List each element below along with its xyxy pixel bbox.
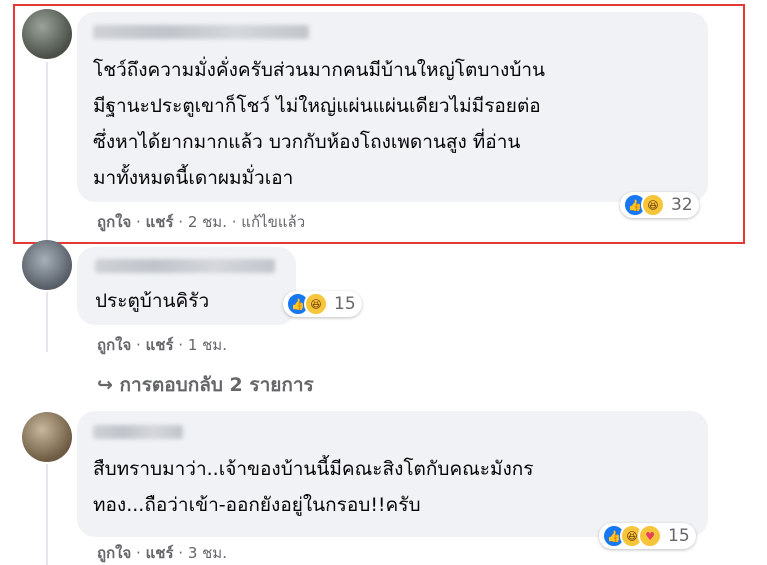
reaction-count: 15 — [668, 526, 690, 546]
comment-bubble: ประตูบ้านคิรัว — [77, 247, 296, 325]
care-face-icon: ♥ — [638, 524, 662, 548]
like-link[interactable]: ถูกใจ — [97, 336, 131, 354]
thread-line — [46, 292, 48, 352]
commenter-name-blurred[interactable] — [93, 425, 183, 439]
share-link[interactable]: แชร์ — [146, 544, 174, 562]
thread-line — [46, 464, 48, 565]
view-replies-link[interactable]: ↪ การตอบกลับ 2 รายการ — [97, 370, 314, 400]
comment-line: ทอง...ถือว่าเข้า-ออกยังอยู่ในกรอบ!!ครับ — [93, 494, 421, 516]
comment-text: สืบทราบมาว่า..เจ้าของบ้านนี้มีคณะสิงโตกั… — [93, 451, 534, 523]
laughing-face-icon: 😆 — [304, 292, 328, 316]
comment-actions: ถูกใจ · แชร์ · 3 ชม. — [97, 544, 227, 562]
avatar[interactable] — [22, 412, 72, 462]
reaction-summary[interactable]: 👍 😆 ♥ 15 — [599, 523, 696, 549]
timestamp[interactable]: 1 ชม. — [188, 336, 227, 354]
comment-line: ประตูบ้านคิรัว — [95, 290, 210, 312]
comment-text: ประตูบ้านคิรัว — [95, 283, 209, 319]
commenter-name-blurred[interactable] — [95, 259, 275, 273]
share-link[interactable]: แชร์ — [146, 336, 174, 354]
comment-bubble: สืบทราบมาว่า..เจ้าของบ้านนี้มีคณะสิงโตกั… — [77, 411, 708, 537]
like-link[interactable]: ถูกใจ — [97, 544, 131, 562]
highlight-box — [13, 4, 745, 244]
timestamp[interactable]: 3 ชม. — [188, 544, 227, 562]
avatar[interactable] — [22, 240, 72, 290]
comment-actions: ถูกใจ · แชร์ · 1 ชม. — [97, 336, 227, 354]
reaction-summary[interactable]: 👍 😆 15 — [283, 291, 362, 317]
reaction-count: 15 — [334, 294, 356, 314]
comment-line: สืบทราบมาว่า..เจ้าของบ้านนี้มีคณะสิงโตกั… — [93, 458, 534, 480]
